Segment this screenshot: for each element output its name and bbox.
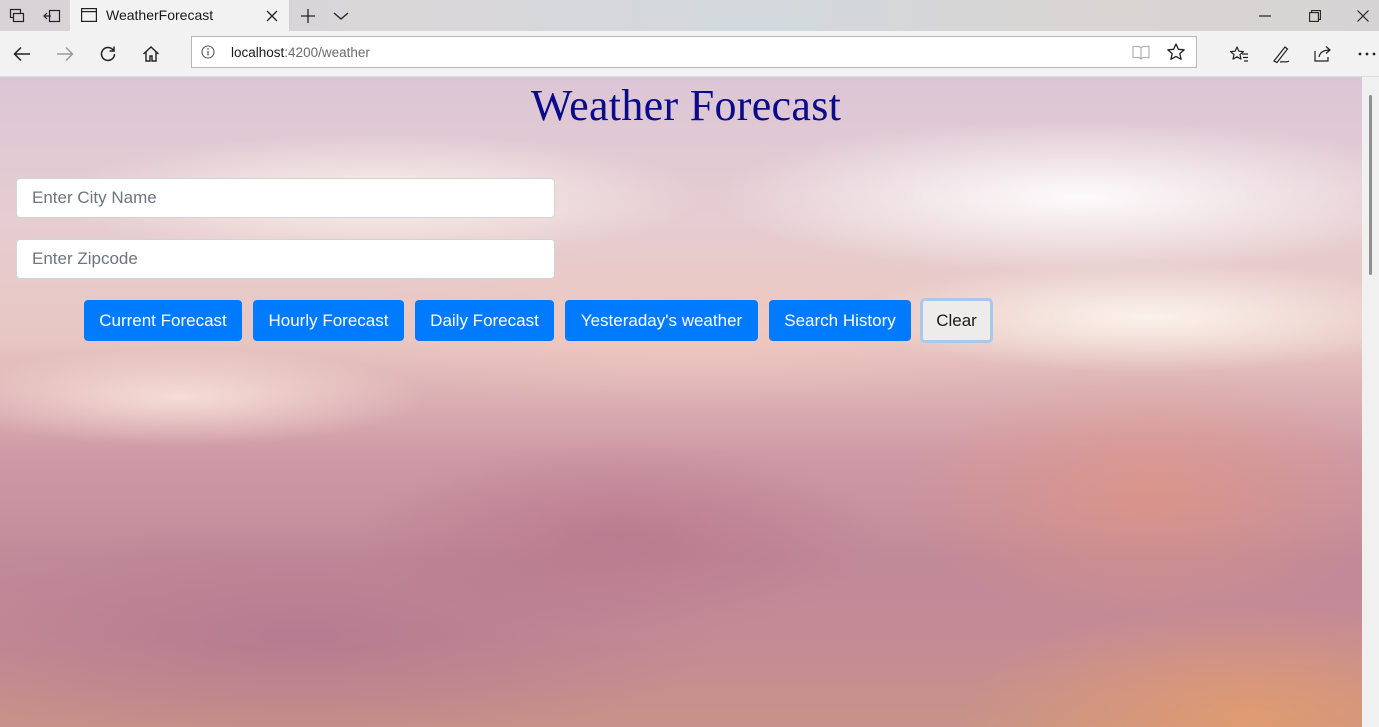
- favorites-hub-icon[interactable]: [1226, 41, 1252, 67]
- new-tab-icon[interactable]: [297, 5, 319, 27]
- active-tab[interactable]: WeatherForecast: [70, 0, 290, 31]
- tab-actions-icon[interactable]: [7, 6, 27, 26]
- browser-tab-bar: WeatherForecast: [0, 0, 1379, 31]
- zipcode-input[interactable]: [16, 239, 555, 279]
- minimize-icon[interactable]: [1242, 0, 1288, 31]
- back-arrow-icon[interactable]: [9, 41, 35, 67]
- scrollbar-thumb[interactable]: [1369, 95, 1372, 275]
- hourly-forecast-button[interactable]: Hourly Forecast: [253, 300, 404, 341]
- forward-arrow-icon[interactable]: [52, 41, 78, 67]
- refresh-icon[interactable]: [95, 41, 121, 67]
- address-bar[interactable]: localhost:4200/weather: [191, 36, 1197, 68]
- chevron-down-icon[interactable]: [330, 5, 352, 27]
- clear-button[interactable]: Clear: [920, 298, 993, 343]
- site-info-icon[interactable]: [201, 45, 215, 64]
- page-icon: [81, 8, 98, 27]
- url-host: localhost: [231, 45, 285, 60]
- daily-forecast-button[interactable]: Daily Forecast: [415, 300, 554, 341]
- favorite-star-icon[interactable]: [1166, 42, 1186, 67]
- url-text: localhost:4200/weather: [231, 45, 370, 60]
- city-input[interactable]: [16, 178, 555, 218]
- close-window-icon[interactable]: [1340, 0, 1379, 31]
- close-tab-icon[interactable]: [262, 6, 282, 26]
- reading-view-icon[interactable]: [1132, 44, 1150, 65]
- tab-title: WeatherForecast: [106, 7, 214, 23]
- more-options-icon[interactable]: [1354, 41, 1379, 67]
- yesterdays-weather-button[interactable]: Yesteraday's weather: [565, 300, 758, 341]
- home-icon[interactable]: [138, 41, 164, 67]
- search-history-button[interactable]: Search History: [769, 300, 911, 341]
- vertical-scrollbar[interactable]: [1362, 77, 1379, 727]
- page-title: Weather Forecast: [530, 81, 842, 130]
- restore-icon[interactable]: [1292, 0, 1338, 31]
- add-notes-pen-icon[interactable]: [1268, 41, 1294, 67]
- page-viewport: Weather Forecast Current Forecast Hourly…: [0, 77, 1362, 727]
- share-icon[interactable]: [1310, 41, 1336, 67]
- browser-nav-bar: localhost:4200/weather: [0, 31, 1379, 77]
- url-path: :4200/weather: [284, 45, 370, 60]
- current-forecast-button[interactable]: Current Forecast: [84, 300, 242, 341]
- set-tabs-aside-icon[interactable]: [42, 6, 62, 26]
